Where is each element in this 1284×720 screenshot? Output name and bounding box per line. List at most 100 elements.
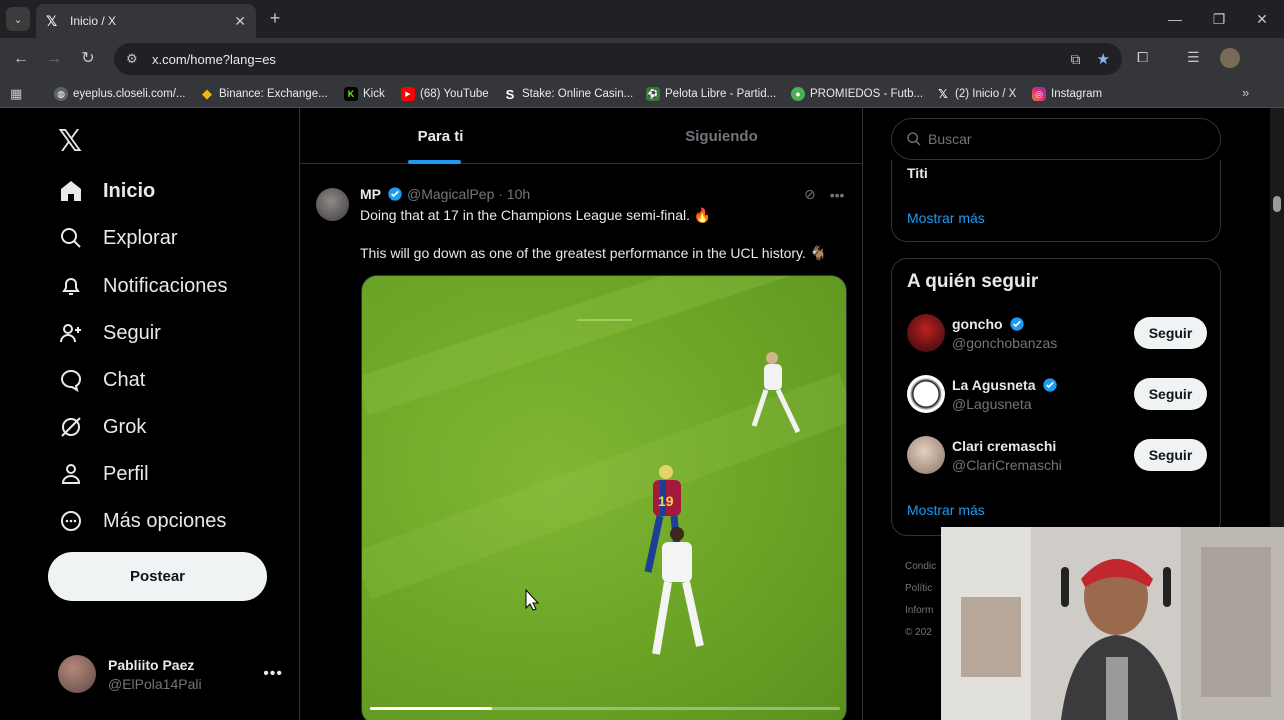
post-author-handle[interactable]: @MagicalPep · 10h	[407, 186, 530, 202]
bookmark-item[interactable]: ⚽ Pelota Libre - Partid...	[646, 85, 776, 103]
more-horizontal-icon[interactable]: •••	[263, 665, 283, 683]
suggestion-name[interactable]: La Agusneta	[952, 377, 1036, 393]
account-name: Pabliito Paez	[108, 656, 195, 673]
show-more-link[interactable]: Mostrar más	[907, 502, 985, 518]
avatar	[58, 655, 96, 693]
grok-icon	[58, 414, 84, 440]
nav-item-notificaciones[interactable]: Notificaciones	[58, 266, 228, 306]
post[interactable]: MP @MagicalPep · 10h ⊘ ••• Doing that at…	[300, 174, 862, 720]
bookmark-item[interactable]: ● PROMIEDOS - Futb...	[791, 85, 923, 103]
verified-badge-icon	[388, 187, 402, 201]
bookmark-item[interactable]: ◆ Binance: Exchange...	[200, 85, 328, 103]
post-text: This will go down as one of the greatest…	[360, 245, 828, 261]
x-logo-icon[interactable]: 𝕏	[58, 124, 82, 159]
chevron-down-icon: ⌄	[13, 13, 23, 26]
site-settings-icon[interactable]: ⚙	[126, 51, 146, 67]
bookmark-item[interactable]: K Kick	[344, 85, 385, 103]
avatar[interactable]	[907, 314, 945, 352]
x-icon: 𝕏	[938, 87, 948, 101]
bookmark-item[interactable]: ◎ Instagram	[1032, 85, 1102, 103]
suggestion-handle: @ClariCremaschi	[952, 456, 1062, 473]
avatar[interactable]	[907, 375, 945, 413]
follow-suggestion[interactable]: goncho @gonchobanzas Seguir	[907, 311, 1207, 355]
search-input[interactable]: Buscar	[891, 118, 1221, 160]
avatar[interactable]	[316, 188, 349, 221]
footer-link[interactable]: Condic	[905, 556, 936, 578]
scrollbar-thumb[interactable]	[1273, 196, 1281, 212]
footer-link: © 202	[905, 627, 932, 638]
nav-item-seguir[interactable]: Seguir	[58, 313, 161, 353]
back-button[interactable]: ←	[10, 48, 32, 70]
tab-para-ti[interactable]: Para ti	[300, 108, 581, 164]
install-app-icon[interactable]: ⧉	[1071, 51, 1081, 68]
account-switcher[interactable]: Pabliito Paez @ElPola14Pali •••	[58, 652, 283, 696]
page-scrollbar[interactable]	[1270, 108, 1284, 527]
bookmarks-bar: ▦ ◍ eyeplus.closeli.com/... ◆ Binance: Exc…	[0, 80, 1284, 108]
avatar[interactable]	[907, 436, 945, 474]
post-button[interactable]: Postear	[48, 552, 267, 601]
more-horizontal-icon[interactable]: •••	[830, 187, 845, 203]
reload-button[interactable]: ↻	[77, 48, 99, 70]
more-bookmarks-icon[interactable]: »	[1242, 85, 1249, 100]
grok-icon[interactable]: ⊘	[804, 186, 816, 203]
trend-item[interactable]: Titi	[907, 165, 928, 181]
minimize-button[interactable]: —	[1160, 8, 1190, 30]
footer-link[interactable]: Polític	[905, 578, 936, 600]
search-icon	[907, 132, 921, 146]
footer-links: Condic Polític Inform © 202	[905, 556, 936, 644]
follow-button[interactable]: Seguir	[1134, 439, 1207, 471]
video-progress-bar[interactable]	[370, 707, 840, 710]
nav-item-inicio[interactable]: Inicio	[58, 171, 155, 211]
close-window-button[interactable]: ✕	[1247, 8, 1277, 30]
left-navigation: 𝕏 Inicio Explorar Notificaciones Seguir	[0, 108, 299, 720]
suggestion-handle: @Lagusneta	[952, 395, 1032, 412]
home-icon	[58, 178, 84, 204]
nav-label: Explorar	[103, 226, 178, 249]
footer-link[interactable]: Inform	[905, 600, 936, 622]
nav-item-mas-opciones[interactable]: Más opciones	[58, 501, 226, 541]
follow-button[interactable]: Seguir	[1134, 378, 1207, 410]
bookmark-item[interactable]: S Stake: Online Casin...	[503, 85, 634, 103]
extensions-icon[interactable]: ⧠	[1137, 49, 1148, 66]
bookmark-item[interactable]: 𝕏 (2) Inicio / X	[936, 85, 1016, 103]
verified-badge-icon	[1042, 377, 1057, 392]
url-text[interactable]: x.com/home?lang=es	[152, 52, 1055, 67]
nav-item-chat[interactable]: Chat	[58, 360, 145, 400]
youtube-icon: ▶	[401, 87, 415, 101]
suggestion-handle: @gonchobanzas	[952, 334, 1058, 351]
suggestion-name[interactable]: Clari cremaschi	[952, 438, 1056, 454]
address-bar[interactable]: ⚙ x.com/home?lang=es ⧉ ★	[114, 43, 1122, 75]
stake-icon: S	[505, 86, 515, 102]
follow-suggestion[interactable]: La Agusneta @Lagusneta Seguir	[907, 372, 1207, 416]
nav-label: Chat	[103, 368, 146, 391]
post-author-name[interactable]: MP	[360, 186, 381, 202]
bookmark-item[interactable]: ▶ (68) YouTube	[401, 85, 489, 103]
video-progress-fill	[370, 707, 493, 710]
add-person-icon	[58, 320, 84, 346]
media-control-icon[interactable]: ☰	[1187, 49, 1200, 66]
apps-grid-icon[interactable]: ▦	[10, 86, 22, 102]
nav-item-explorar[interactable]: Explorar	[58, 218, 177, 258]
forward-button[interactable]: →	[43, 48, 65, 70]
nav-label: Seguir	[103, 321, 161, 344]
close-icon[interactable]: ✕	[234, 13, 246, 30]
account-handle: @ElPola14Pali	[108, 675, 202, 692]
nav-item-grok[interactable]: Grok	[58, 407, 146, 447]
post-video[interactable]: 19	[361, 275, 847, 720]
follow-suggestion[interactable]: Clari cremaschi @ClariCremaschi Seguir	[907, 433, 1207, 477]
new-tab-button[interactable]: +	[264, 8, 286, 30]
profile-avatar[interactable]	[1220, 48, 1240, 68]
browser-tab[interactable]: 𝕏 Inicio / X ✕	[36, 4, 256, 38]
show-more-link[interactable]: Mostrar más	[907, 210, 985, 226]
main-feed: Para ti Siguiendo MP @MagicalPep · 10h ⊘…	[299, 108, 863, 720]
tab-search-button[interactable]: ⌄	[6, 7, 30, 31]
suggestion-name[interactable]: goncho	[952, 316, 1003, 332]
verified-badge-icon	[1009, 316, 1024, 331]
tab-siguiendo[interactable]: Siguiendo	[581, 108, 862, 164]
nav-label: Perfil	[103, 462, 149, 485]
bookmark-item[interactable]: ◍ eyeplus.closeli.com/...	[54, 85, 186, 103]
bookmark-star-icon[interactable]: ★	[1097, 50, 1110, 68]
follow-button[interactable]: Seguir	[1134, 317, 1207, 349]
nav-item-perfil[interactable]: Perfil	[58, 454, 149, 494]
maximize-button[interactable]: ❐	[1204, 8, 1234, 30]
